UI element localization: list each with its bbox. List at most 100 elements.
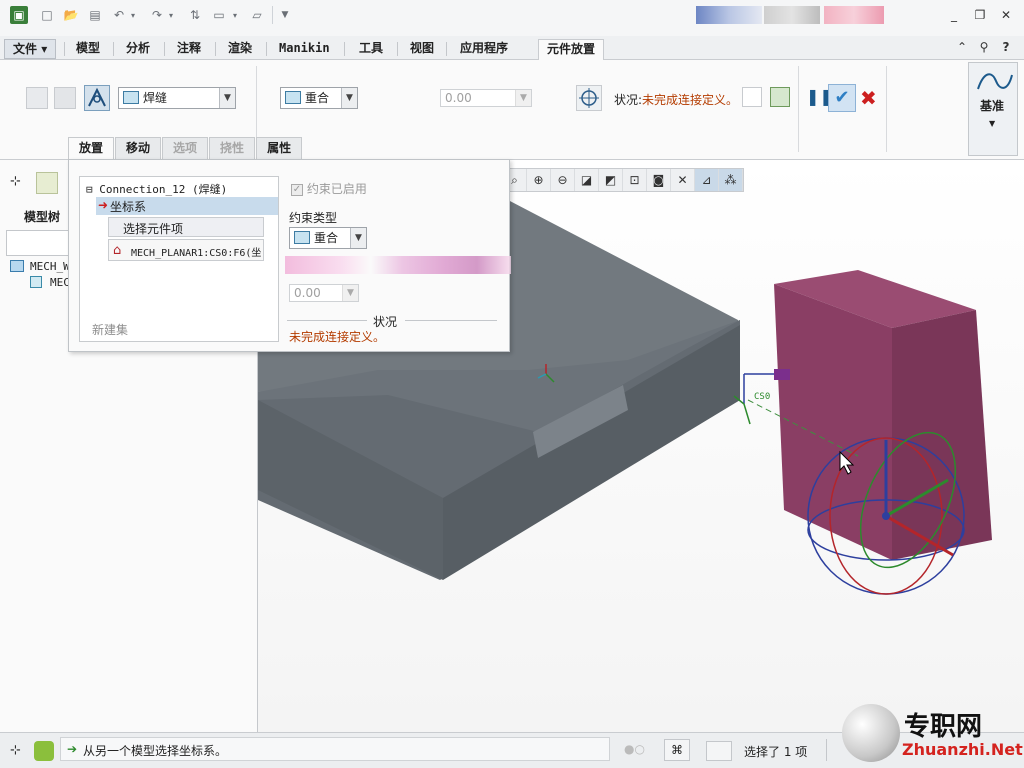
collapse-icon: ⊟ <box>86 183 93 196</box>
new-file-icon[interactable]: □ <box>38 6 56 24</box>
subtab-options[interactable]: 选项 <box>162 137 209 159</box>
group-divider <box>798 66 799 152</box>
redo-icon[interactable]: ↷ <box>148 6 166 24</box>
panel-status-value: 未完成连接定义。 <box>289 330 386 344</box>
customize-dropdown-icon[interactable]: ▼ <box>276 6 294 24</box>
tab-view[interactable]: 视图 <box>402 39 442 59</box>
subtab-move[interactable]: 移动 <box>115 137 162 159</box>
close-window-icon[interactable]: ▱ <box>248 6 266 24</box>
tab-analysis[interactable]: 分析 <box>118 39 158 59</box>
tab-tools[interactable]: 工具 <box>351 39 391 59</box>
minimize-icon[interactable]: _ <box>946 8 962 22</box>
constraint-enabled-checkbox[interactable]: ✓ 约束已启用 <box>291 180 367 197</box>
model-tree-title: 模型树 <box>24 210 61 224</box>
reference-item-label: MECH_PLANAR1:CS0:F6(坐 <box>131 248 262 259</box>
undo-dropdown-icon[interactable]: ▾ <box>128 6 138 24</box>
tab-separator <box>266 42 267 56</box>
message-area: ➔ 从另一个模型选择坐标系。 <box>60 737 610 761</box>
panel-offset-input[interactable]: 0.00 ▼ <box>289 284 359 302</box>
model-tree-toggle-icon[interactable]: ⊹ <box>10 743 21 758</box>
tab-separator <box>64 42 65 56</box>
windows-dropdown-icon[interactable]: ▾ <box>230 6 240 24</box>
blurred-title-area <box>764 6 820 24</box>
constraint-type-select[interactable]: 重合 ▼ <box>280 87 358 109</box>
ribbon-status: 状况:未完成连接定义。 <box>614 91 738 108</box>
tab-annotate[interactable]: 注释 <box>169 39 209 59</box>
connection-name: Connection_12 (焊缝) <box>99 183 228 196</box>
status-value: 未完成连接定义。 <box>642 93 739 107</box>
assembly-window-icon[interactable] <box>770 87 790 107</box>
select-component-label: 选择元件项 <box>123 222 184 236</box>
tab-manikin[interactable]: Manikin <box>271 39 338 59</box>
reference-item-field[interactable]: ⌂ MECH_PLANAR1:CS0:F6(坐 <box>108 239 264 261</box>
repaint-icon[interactable]: ◪ <box>575 169 599 191</box>
constraint-row[interactable]: ➜ 坐标系 <box>96 197 278 215</box>
collapse-ribbon-icon[interactable]: ⌃ <box>954 40 970 54</box>
connection-row[interactable]: ⊟ Connection_12 (焊缝) <box>86 181 227 197</box>
selection-buffer-icon[interactable] <box>706 741 732 761</box>
tree-child-item[interactable]: MEC <box>50 276 70 289</box>
tab-model[interactable]: 模型 <box>68 39 108 59</box>
group-divider <box>886 66 887 152</box>
model-tree-tab-icon[interactable]: ⊹ <box>10 174 21 189</box>
convert-constraints-icon[interactable] <box>54 87 76 109</box>
tab-separator <box>344 42 345 56</box>
watermark-text-en: Zhuanzhi.Net <box>902 740 1023 759</box>
dragger-symbol-icon <box>579 88 599 108</box>
browser-toggle-icon[interactable] <box>34 741 54 761</box>
checkbox-box: ✓ <box>291 183 303 196</box>
reference-csys-icon: ⌂ <box>113 243 122 258</box>
connection-type-value: 焊缝 <box>143 91 168 105</box>
new-set-link[interactable]: 新建集 <box>92 321 128 338</box>
undo-icon[interactable]: ↶ <box>110 6 128 24</box>
blurred-title-area <box>696 6 762 24</box>
regenerate-icon[interactable]: ⇅ <box>186 6 204 24</box>
cancel-x-icon[interactable]: ✖ <box>860 86 877 110</box>
connection-type-select[interactable]: 焊缝 ▼ <box>118 87 236 109</box>
find-binoculars-icon[interactable]: ⌘ <box>664 739 690 761</box>
tab-file[interactable]: 文件 ▾ <box>4 39 57 59</box>
layer-tree-tab-icon[interactable] <box>36 172 58 194</box>
zoom-in-icon[interactable]: ⊕ <box>527 169 551 191</box>
show-3d-dragger-icon[interactable] <box>576 85 602 111</box>
user-defined-icon[interactable] <box>26 87 48 109</box>
separate-window-icon[interactable] <box>742 87 762 107</box>
offset-value-input[interactable]: 0.00 ▼ <box>440 89 532 107</box>
constraint-item-label: 坐标系 <box>110 200 147 214</box>
datum-button[interactable]: 基准 ▼ <box>968 62 1018 156</box>
app-logo-icon[interactable]: ▣ <box>10 6 28 24</box>
redo-dropdown-icon[interactable]: ▾ <box>166 6 176 24</box>
zoom-out-icon[interactable]: ⊖ <box>551 169 575 191</box>
constraint-enabled-label: 约束已启用 <box>306 182 367 196</box>
close-icon[interactable]: ✕ <box>998 8 1014 22</box>
tab-component-placement[interactable]: 元件放置 <box>538 39 605 61</box>
select-component-item-field[interactable]: 选择元件项 <box>108 217 264 237</box>
subtab-properties[interactable]: 属性 <box>256 137 303 159</box>
subtab-flexibility[interactable]: 挠性 <box>209 137 256 159</box>
chevron-down-icon: ▼ <box>350 228 366 248</box>
help-icon[interactable]: ? <box>998 40 1014 54</box>
help-search-icon[interactable]: ⚲ <box>976 40 992 54</box>
windows-icon[interactable]: ▭ <box>210 6 228 24</box>
subtab-placement[interactable]: 放置 <box>68 137 115 159</box>
spin-center-icon[interactable]: ⁂ <box>719 169 743 191</box>
restore-icon[interactable]: ❐ <box>972 8 988 22</box>
open-folder-icon[interactable]: 📂 <box>62 6 80 24</box>
perspective-icon[interactable]: ✕ <box>671 169 695 191</box>
save-icon[interactable]: ▤ <box>86 6 104 24</box>
panel-offset-value: 0.00 <box>294 286 321 300</box>
tree-root-item[interactable]: MECH_W <box>30 260 70 273</box>
panel-constraint-type-select[interactable]: 重合 ▼ <box>289 227 367 249</box>
tab-render[interactable]: 渲染 <box>220 39 260 59</box>
view-manager-icon[interactable]: ◙ <box>647 169 671 191</box>
saved-orientations-icon[interactable]: ⊡ <box>623 169 647 191</box>
confirm-check-icon[interactable]: ✔ <box>828 84 856 112</box>
tab-separator <box>164 42 165 56</box>
mechanism-connection-icon[interactable] <box>84 85 110 111</box>
constraint-set-list: ⊟ Connection_12 (焊缝) ➜ 坐标系 选择元件项 ⌂ MECH_… <box>79 176 279 342</box>
chevron-down-icon: ▼ <box>219 88 235 108</box>
tab-applications[interactable]: 应用程序 <box>452 39 516 59</box>
datum-display-icon[interactable]: ⊿ <box>695 169 719 191</box>
display-style-icon[interactable]: ◩ <box>599 169 623 191</box>
graphics-toolbar: ⌕ ⊕ ⊖ ◪ ◩ ⊡ ◙ ✕ ⊿ ⁂ <box>502 168 744 192</box>
